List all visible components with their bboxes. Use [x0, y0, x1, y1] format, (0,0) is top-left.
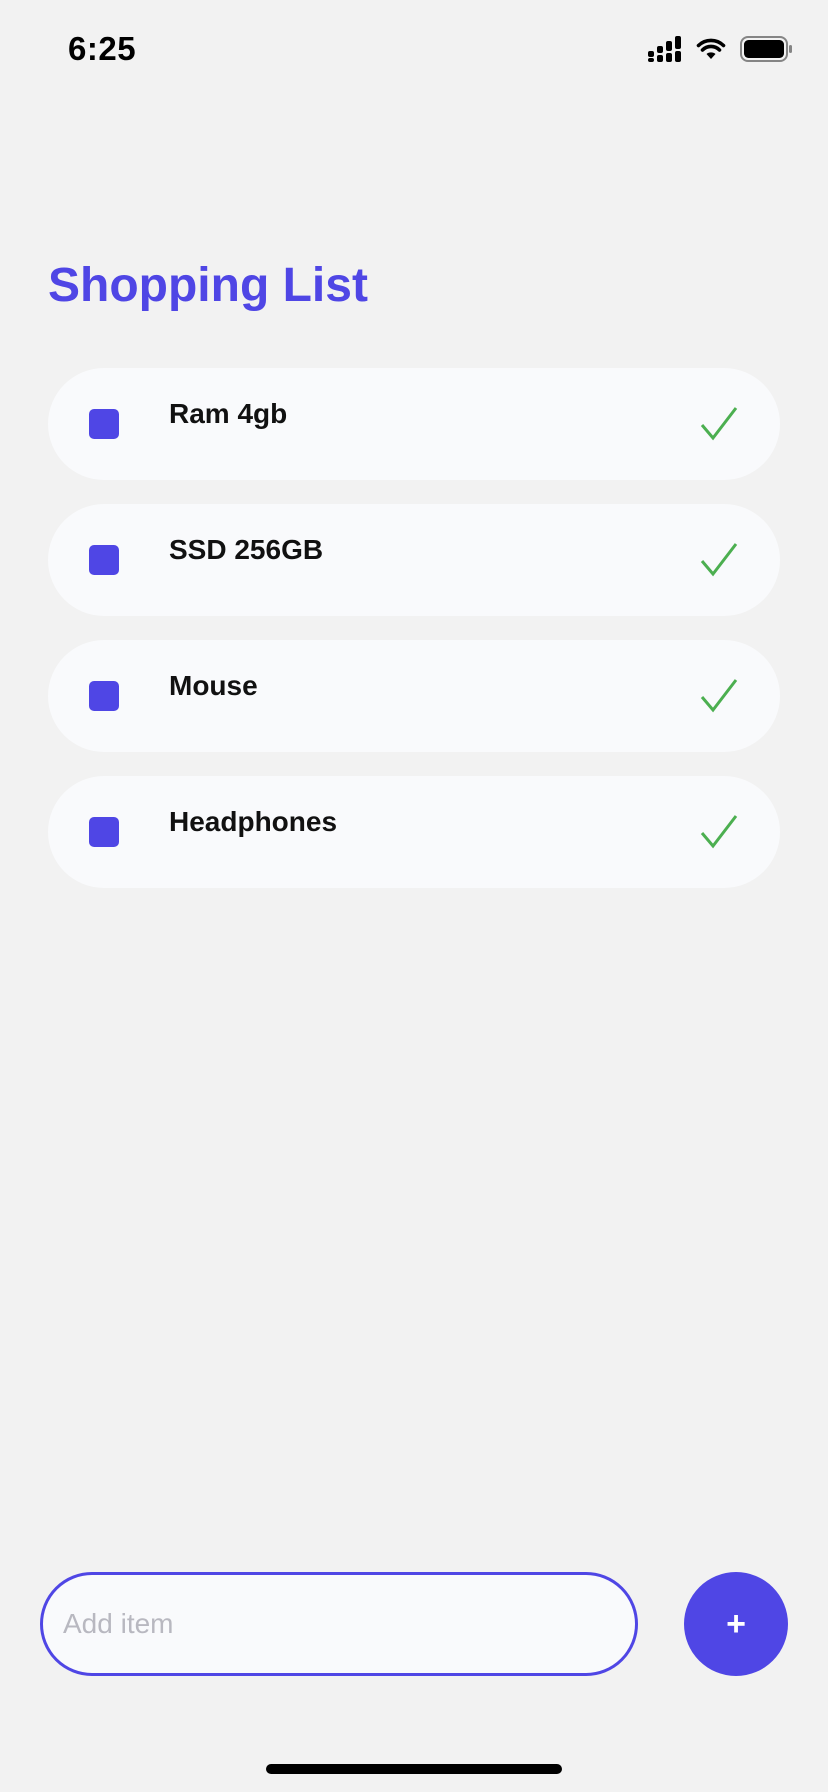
item-checkbox[interactable]: [89, 817, 119, 847]
list-item[interactable]: Ram 4gb: [48, 368, 780, 480]
list-item[interactable]: Mouse: [48, 640, 780, 752]
status-time: 6:25: [68, 30, 137, 67]
checkmark-icon[interactable]: [700, 678, 738, 714]
wifi-icon: [696, 37, 726, 66]
battery-icon: [740, 36, 794, 67]
list-item[interactable]: Headphones: [48, 776, 780, 888]
item-label: SSD 256GB: [169, 534, 324, 565]
item-label: Ram 4gb: [169, 398, 288, 429]
item-checkbox[interactable]: [89, 545, 119, 575]
add-item-form: +: [40, 1572, 790, 1676]
item-checkbox[interactable]: [89, 681, 119, 711]
add-item-button[interactable]: +: [684, 1572, 788, 1676]
status-bar: 6:25: [0, 0, 828, 100]
list-item[interactable]: SSD 256GB: [48, 504, 780, 616]
checkmark-icon[interactable]: [700, 406, 738, 442]
page-title: Shopping List: [48, 259, 368, 312]
checkmark-icon[interactable]: [700, 542, 738, 578]
item-label: Headphones: [169, 806, 338, 837]
home-indicator[interactable]: [266, 1764, 562, 1774]
item-label: Mouse: [169, 670, 258, 701]
checkmark-icon[interactable]: [700, 814, 738, 850]
status-icons: [648, 36, 794, 67]
cellular-signal-icon: [648, 36, 682, 67]
plus-icon: +: [726, 1604, 746, 1643]
add-item-input[interactable]: [40, 1572, 638, 1676]
shopping-list: Ram 4gb SSD 256GB Mouse Headphones: [48, 368, 780, 888]
item-checkbox[interactable]: [89, 409, 119, 439]
